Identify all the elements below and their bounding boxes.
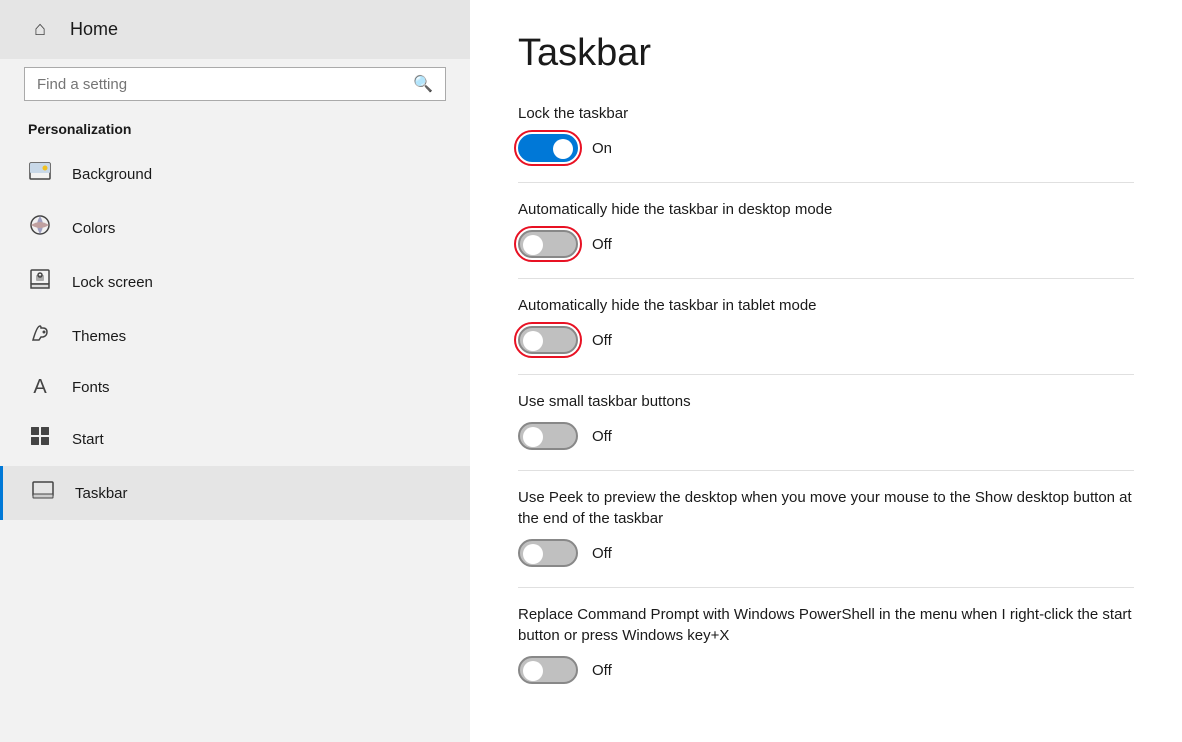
sidebar-item-label-themes: Themes bbox=[72, 328, 126, 345]
toggle-row-replace-cmd: Off bbox=[518, 656, 1134, 684]
sidebar-home-label: Home bbox=[70, 19, 118, 40]
sidebar-home-button[interactable]: ⌂ Home bbox=[0, 0, 470, 59]
toggle-knob-small-buttons bbox=[523, 427, 543, 447]
sidebar-item-label-start: Start bbox=[72, 431, 104, 448]
setting-label-lock-taskbar: Lock the taskbar bbox=[518, 103, 1134, 124]
search-input[interactable] bbox=[37, 76, 413, 93]
toggle-replace-cmd[interactable] bbox=[518, 656, 578, 684]
page-title: Taskbar bbox=[518, 32, 1134, 75]
setting-small-buttons: Use small taskbar buttons Off bbox=[518, 391, 1134, 450]
themes-icon bbox=[28, 322, 52, 350]
lock-screen-icon bbox=[28, 268, 52, 296]
setting-label-auto-hide-desktop: Automatically hide the taskbar in deskto… bbox=[518, 199, 1134, 220]
toggle-row-small-buttons: Off bbox=[518, 422, 1134, 450]
setting-auto-hide-tablet: Automatically hide the taskbar in tablet… bbox=[518, 295, 1134, 354]
sidebar-item-lock-screen[interactable]: Lock screen bbox=[0, 255, 470, 309]
toggle-row-lock-taskbar: On bbox=[518, 134, 1134, 162]
toggle-status-auto-hide-desktop: Off bbox=[592, 236, 612, 253]
toggle-row-auto-hide-tablet: Off bbox=[518, 326, 1134, 354]
toggle-peek-preview[interactable] bbox=[518, 539, 578, 567]
toggle-row-peek-preview: Off bbox=[518, 539, 1134, 567]
colors-icon bbox=[28, 214, 52, 242]
divider-4 bbox=[518, 470, 1134, 471]
search-icon: 🔍 bbox=[413, 74, 433, 94]
sidebar-section-title: Personalization bbox=[0, 117, 470, 147]
background-icon bbox=[28, 160, 52, 188]
home-icon: ⌂ bbox=[28, 18, 52, 41]
setting-label-small-buttons: Use small taskbar buttons bbox=[518, 391, 1134, 412]
setting-replace-cmd: Replace Command Prompt with Windows Powe… bbox=[518, 604, 1134, 684]
taskbar-icon bbox=[31, 479, 55, 507]
divider-3 bbox=[518, 374, 1134, 375]
search-box[interactable]: 🔍 bbox=[24, 67, 446, 101]
toggle-auto-hide-tablet[interactable] bbox=[518, 326, 578, 354]
sidebar-item-label-background: Background bbox=[72, 166, 152, 183]
setting-peek-preview: Use Peek to preview the desktop when you… bbox=[518, 487, 1134, 567]
setting-label-auto-hide-tablet: Automatically hide the taskbar in tablet… bbox=[518, 295, 1134, 316]
divider-1 bbox=[518, 182, 1134, 183]
toggle-knob-peek-preview bbox=[523, 544, 543, 564]
toggle-status-auto-hide-tablet: Off bbox=[592, 332, 612, 349]
sidebar-item-label-taskbar: Taskbar bbox=[75, 485, 128, 502]
sidebar-item-fonts[interactable]: A Fonts bbox=[0, 363, 470, 412]
toggle-status-small-buttons: Off bbox=[592, 428, 612, 445]
start-icon bbox=[28, 425, 52, 453]
sidebar-item-label-lock-screen: Lock screen bbox=[72, 274, 153, 291]
sidebar-item-themes[interactable]: Themes bbox=[0, 309, 470, 363]
main-content: Taskbar Lock the taskbar On Automaticall… bbox=[470, 0, 1182, 742]
setting-lock-taskbar: Lock the taskbar On bbox=[518, 103, 1134, 162]
divider-5 bbox=[518, 587, 1134, 588]
setting-auto-hide-desktop: Automatically hide the taskbar in deskto… bbox=[518, 199, 1134, 258]
sidebar-item-colors[interactable]: Colors bbox=[0, 201, 470, 255]
toggle-knob-auto-hide-desktop bbox=[523, 235, 543, 255]
toggle-row-auto-hide-desktop: Off bbox=[518, 230, 1134, 258]
toggle-lock-taskbar[interactable] bbox=[518, 134, 578, 162]
toggle-knob-lock-taskbar bbox=[553, 139, 573, 159]
toggle-status-lock-taskbar: On bbox=[592, 140, 612, 157]
sidebar-item-start[interactable]: Start bbox=[0, 412, 470, 466]
setting-label-peek-preview: Use Peek to preview the desktop when you… bbox=[518, 487, 1134, 529]
toggle-knob-replace-cmd bbox=[523, 661, 543, 681]
toggle-status-peek-preview: Off bbox=[592, 545, 612, 562]
setting-label-replace-cmd: Replace Command Prompt with Windows Powe… bbox=[518, 604, 1134, 646]
fonts-icon: A bbox=[28, 376, 52, 399]
sidebar: ⌂ Home 🔍 Personalization Background Colo… bbox=[0, 0, 470, 742]
sidebar-item-taskbar[interactable]: Taskbar bbox=[0, 466, 470, 520]
toggle-knob-auto-hide-tablet bbox=[523, 331, 543, 351]
toggle-status-replace-cmd: Off bbox=[592, 662, 612, 679]
sidebar-item-label-colors: Colors bbox=[72, 220, 115, 237]
sidebar-item-label-fonts: Fonts bbox=[72, 379, 110, 396]
toggle-auto-hide-desktop[interactable] bbox=[518, 230, 578, 258]
divider-2 bbox=[518, 278, 1134, 279]
sidebar-item-background[interactable]: Background bbox=[0, 147, 470, 201]
toggle-small-buttons[interactable] bbox=[518, 422, 578, 450]
